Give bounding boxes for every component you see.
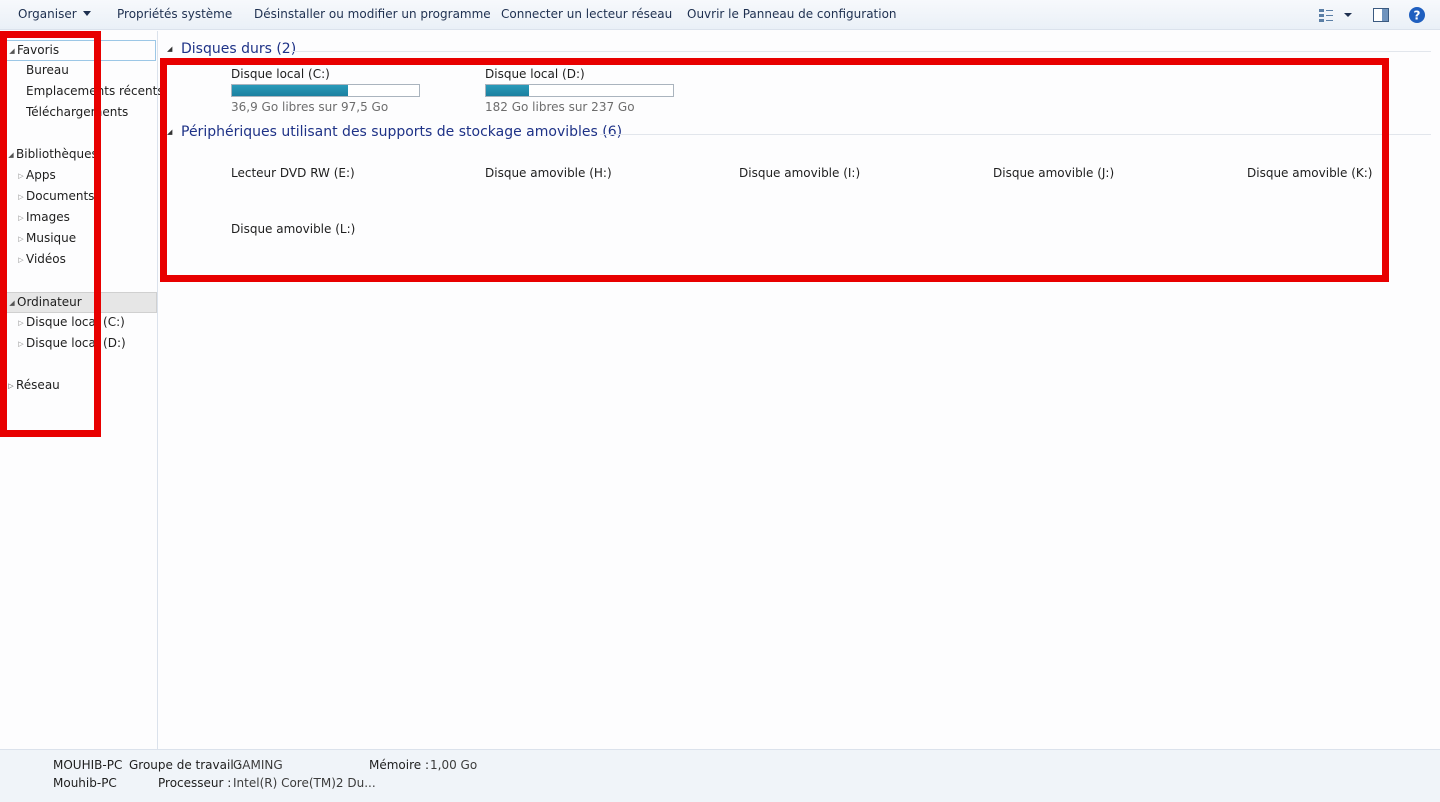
drive-usage-bar [231,84,420,97]
nav-item-music[interactable]: ▷ Musique [16,229,156,250]
system-properties-button[interactable]: Propriétés système [117,7,232,23]
nav-libraries-label: Bibliothèques [16,147,98,161]
nav-item-label: Disque local (C:) [26,315,125,329]
removable-drive-h[interactable]: Disque amovible (H:) [485,166,612,180]
drive-tile-c[interactable]: Disque local (C:) 36,9 Go libres sur 97,… [231,67,421,114]
computer-name: MOUHIB-PC [53,758,123,772]
nav-favorites-label: Favoris [17,43,60,57]
command-bar: Organiser Propriétés système Désinstalle… [0,0,1440,30]
nav-item-label: Documents [26,189,95,203]
drive-free-space: 36,9 Go libres sur 97,5 Go [231,100,389,114]
processor-value: Intel(R) Core(TM)2 Du... [233,776,376,790]
removable-drive-e[interactable]: Lecteur DVD RW (E:) [231,166,355,180]
computer-label: Mouhib-PC [53,776,117,790]
drive-name: Disque local (C:) [231,67,330,81]
removable-drive-l[interactable]: Disque amovible (L:) [231,222,355,236]
expand-arrow-icon[interactable]: ▷ [16,230,26,249]
organize-button[interactable]: Organiser [18,7,91,23]
group-title: Périphériques utilisant des supports de … [181,124,623,140]
memory-label: Mémoire : [369,758,430,772]
nav-computer[interactable]: ◢ Ordinateur [0,292,157,313]
nav-item-desktop[interactable]: Bureau [26,61,176,82]
collapse-arrow-icon[interactable]: ◢ [7,42,17,60]
drive-tile-d[interactable]: Disque local (D:) 182 Go libres sur 237 … [485,67,675,114]
expand-arrow-icon[interactable]: ▷ [16,335,26,354]
expand-arrow-icon[interactable]: ▷ [6,377,16,396]
map-network-drive-button[interactable]: Connecter un lecteur réseau [501,7,672,23]
preview-pane-icon[interactable] [1372,6,1390,24]
collapse-arrow-icon[interactable]: ◢ [6,146,16,165]
nav-item-images[interactable]: ▷ Images [16,208,156,229]
drive-usage-fill [486,85,529,96]
drive-name: Disque local (D:) [485,67,585,81]
removable-drive-i[interactable]: Disque amovible (I:) [739,166,860,180]
details-pane: MOUHIB-PC Mouhib-PC Groupe de travail : … [0,749,1440,802]
navigation-pane: ◢ Favoris Bureau Emplacements récents Tél… [0,31,164,749]
uninstall-program-button[interactable]: Désinstaller ou modifier un programme [254,7,491,23]
nav-item-label: Musique [26,231,77,245]
content-pane: ◢ Disques durs (2) Disque local (C:) 36,9… [159,31,1440,749]
group-header-hard-disks[interactable]: ◢ Disques durs (2) [167,41,296,61]
drive-usage-fill [232,85,348,96]
workgroup-label: Groupe de travail : [129,758,242,772]
nav-item-recent-places[interactable]: Emplacements récents [26,82,176,103]
svg-text:?: ? [1414,9,1421,23]
nav-network-label: Réseau [16,378,60,392]
processor-label: Processeur : [158,776,232,790]
nav-item-label: Images [26,210,70,224]
nav-item-documents[interactable]: ▷ Documents [16,187,156,208]
expand-arrow-icon[interactable]: ▷ [16,251,26,270]
group-separator [291,51,1431,52]
nav-network[interactable]: ▷ Réseau [6,376,156,397]
nav-item-videos[interactable]: ▷ Vidéos [16,250,156,271]
collapse-arrow-icon[interactable]: ◢ [167,128,181,136]
open-control-panel-button[interactable]: Ouvrir le Panneau de configuration [687,7,897,23]
nav-item-apps[interactable]: ▷ Apps [16,166,156,187]
memory-value: 1,00 Go [430,758,478,772]
removable-drive-k[interactable]: Disque amovible (K:) [1247,166,1373,180]
help-icon[interactable]: ? [1408,6,1426,24]
nav-item-local-disk-d[interactable]: ▷ Disque local (D:) [16,334,156,355]
drive-free-space: 182 Go libres sur 237 Go [485,100,635,114]
expand-arrow-icon[interactable]: ▷ [16,314,26,333]
organize-label: Organiser [18,7,77,21]
nav-item-label: Vidéos [26,252,66,266]
chevron-down-icon [82,11,91,16]
workgroup-value: GAMING [233,758,283,772]
drive-usage-bar [485,84,674,97]
nav-item-local-disk-c[interactable]: ▷ Disque local (C:) [16,313,156,334]
nav-item-label: Apps [26,168,56,182]
group-separator [600,134,1431,135]
view-options-icon[interactable] [1318,6,1354,24]
nav-item-downloads[interactable]: Téléchargements [26,103,176,124]
nav-item-label: Disque local (D:) [26,336,126,350]
nav-libraries[interactable]: ◢ Bibliothèques [6,145,156,166]
expand-arrow-icon[interactable]: ▷ [16,209,26,228]
nav-favorites[interactable]: ◢ Favoris [6,40,156,61]
group-title: Disques durs (2) [181,41,297,57]
nav-computer-label: Ordinateur [17,295,82,309]
removable-drive-j[interactable]: Disque amovible (J:) [993,166,1114,180]
group-header-removable[interactable]: ◢ Périphériques utilisant des supports de… [167,124,622,144]
collapse-arrow-icon[interactable]: ◢ [7,294,17,312]
collapse-arrow-icon[interactable]: ◢ [167,45,181,53]
expand-arrow-icon[interactable]: ▷ [16,188,26,207]
expand-arrow-icon[interactable]: ▷ [16,167,26,186]
